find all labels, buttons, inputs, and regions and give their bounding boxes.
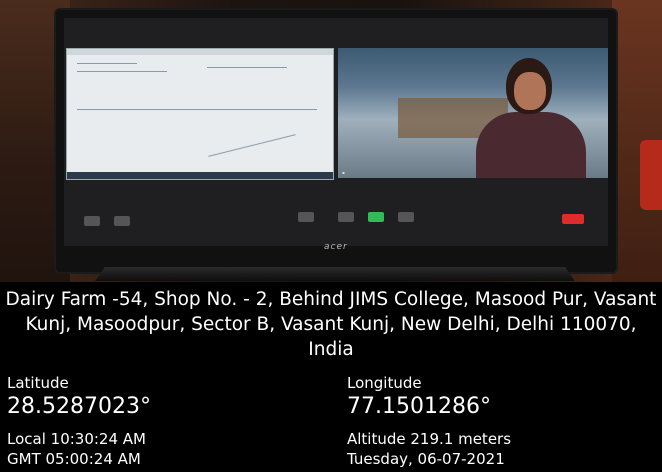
- video-pane: ▪: [338, 48, 608, 178]
- record-icon[interactable]: [398, 212, 414, 222]
- address-caption: Dairy Farm -54, Shop No. - 2, Behind JIM…: [5, 289, 657, 360]
- chat-icon[interactable]: [338, 212, 354, 222]
- share-line: [77, 109, 317, 110]
- longitude-value: 77.1501286°: [347, 394, 491, 419]
- share-line: [207, 67, 287, 68]
- video-icon[interactable]: [114, 216, 130, 226]
- share-line: [77, 63, 137, 64]
- photo: ▪ acer: [0, 0, 662, 282]
- share-line: [77, 71, 167, 72]
- screen-share-pane: [66, 48, 334, 180]
- latitude-label: Latitude: [7, 374, 69, 392]
- monitor: ▪ acer: [56, 10, 616, 275]
- date: Tuesday, 06-07-2021: [347, 450, 505, 468]
- share-toolbar: [67, 49, 333, 55]
- monitor-stand: [95, 267, 575, 282]
- monitor-controls: [292, 260, 422, 275]
- monitor-screen: ▪: [64, 18, 608, 246]
- end-meeting-button[interactable]: [562, 214, 584, 224]
- video-person-face: [514, 72, 546, 110]
- plot-line: [208, 134, 296, 157]
- mute-icon[interactable]: [84, 216, 100, 226]
- local-time: Local 10:30:24 AM: [7, 430, 146, 448]
- share-taskbar: [67, 172, 333, 179]
- meeting-toolbar: [64, 186, 608, 246]
- longitude-label: Longitude: [347, 374, 422, 392]
- latitude-value: 28.5287023°: [7, 394, 151, 419]
- video-name-tag: ▪: [342, 170, 345, 175]
- gmt-time: GMT 05:00:24 AM: [7, 450, 141, 468]
- share-screen-icon[interactable]: [368, 212, 384, 222]
- altitude: Altitude 219.1 meters: [347, 430, 512, 448]
- participants-icon[interactable]: [298, 212, 314, 222]
- video-person-body: [476, 112, 586, 178]
- monitor-brand-logo: acer: [324, 242, 348, 252]
- red-object: [640, 140, 662, 210]
